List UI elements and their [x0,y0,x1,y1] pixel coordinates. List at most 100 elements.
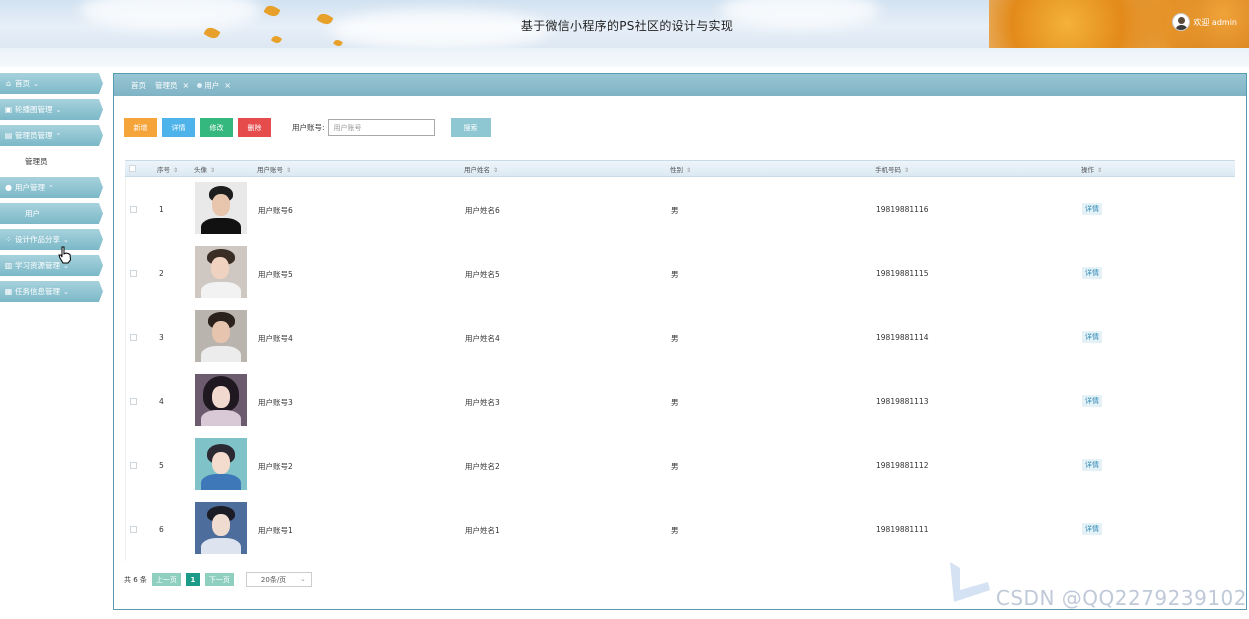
row-no: 1 [159,205,164,214]
avatar [195,182,247,234]
sort-icon: ⇕ [173,166,179,174]
row-checkbox[interactable] [130,270,137,277]
row-gender: 男 [671,526,679,535]
user-menu[interactable]: 欢迎 admin [1172,13,1237,31]
detail-button[interactable]: 详情 [162,118,195,137]
page-size-select[interactable]: 20条/页 ⌄ [245,572,312,587]
row-account: 用户账号1 [258,526,293,535]
column-label: 手机号码 [875,165,901,174]
sort-icon: ⇕ [210,166,216,174]
column-header-name[interactable]: 用户姓名 ⇕ [464,164,498,174]
prev-page-button[interactable]: 上一页 [151,573,181,586]
table-row[interactable]: 2 用户账号5 用户姓名5 男 19819881115 详情 [125,241,1235,305]
row-phone: 19819881111 [876,525,929,534]
sidebar-item-label: 学习资源管理 [15,261,60,270]
sidebar-item-task-info[interactable]: ▦ 任务信息管理 ⌄ [0,281,103,302]
chevron-down-icon: ⌄ [300,575,306,583]
row-gender: 男 [671,462,679,471]
page-number-button[interactable]: 1 [185,573,200,586]
sidebar-subitem-admin[interactable]: 管理员 [0,151,103,172]
app-title: 基于微信小程序的PS社区的设计与实现 [520,19,734,33]
avatar [195,310,247,362]
user-table: 序号 ⇕ 头像 ⇕ 用户账号 ⇕ 用户姓名 ⇕ 性别 ⇕ 手机号码 ⇕ 操作 ⇕ 1 用户账号… [125,160,1235,561]
row-gender: 男 [671,270,679,279]
column-label: 用户账号 [257,165,283,174]
close-icon[interactable]: × [224,81,231,90]
row-checkbox[interactable] [130,462,137,469]
user-avatar-icon[interactable] [1172,13,1191,31]
column-label: 序号 [157,165,170,174]
row-phone: 19819881114 [876,333,929,342]
column-label: 用户姓名 [464,165,490,174]
tab-admin[interactable]: 管理员 [155,80,178,91]
book-icon: ▥ [4,261,13,270]
row-account: 用户账号6 [258,206,293,215]
select-all-checkbox[interactable] [129,165,136,172]
row-detail-button[interactable]: 详情 [1082,523,1102,535]
close-icon[interactable]: × [183,81,190,90]
table-row[interactable]: 1 用户账号6 用户姓名6 男 19819881116 详情 [125,177,1235,241]
avatar [195,502,247,554]
total-count: 共 6 条 [124,575,147,584]
sidebar-item-carousel[interactable]: ▣ 轮播图管理 ⌄ [0,99,103,120]
tab-user[interactable]: 用户 [204,80,219,91]
active-tab-dot-icon [197,82,203,88]
column-header-avatar[interactable]: 头像 ⇕ [194,164,215,174]
row-detail-button[interactable]: 详情 [1082,459,1102,471]
column-label: 性别 [670,165,683,174]
row-detail-button[interactable]: 详情 [1082,203,1102,215]
sidebar-item-learning-resources[interactable]: ▥ 学习资源管理 ⌄ [0,255,103,276]
row-detail-button[interactable]: 详情 [1082,267,1102,279]
tab-home[interactable]: 首页 [131,80,146,91]
chevron-up-icon: ⌃ [55,131,62,140]
sidebar-item-label: 首页 [15,79,30,88]
column-header-account[interactable]: 用户账号 ⇕ [257,164,291,174]
hand-cursor-icon [58,246,72,264]
row-phone: 19819881113 [876,397,929,406]
sidebar-item-label: 用户管理 [15,183,45,192]
sidebar-item-user-management[interactable]: ● 用户管理 ⌃ [0,177,103,198]
search-button[interactable]: 搜索 [450,118,491,137]
sort-icon: ⇕ [904,166,910,174]
row-no: 3 [159,333,164,342]
main-panel: 首页 管理员 × 用户 × 新增 详情 修改 删除 用户账号: 用户账号 搜索 … [113,73,1247,610]
page-size-value: 20条/页 [260,575,287,584]
column-header-gender[interactable]: 性别 ⇕ [670,164,691,174]
add-button[interactable]: 新增 [124,118,157,137]
row-account: 用户账号2 [258,462,293,471]
search-input[interactable]: 用户账号 [327,119,435,136]
table-row[interactable]: 4 用户账号3 用户姓名3 男 19819881113 详情 [125,369,1235,433]
search-label: 用户账号: [292,123,325,132]
table-row[interactable]: 6 用户账号1 用户姓名1 男 19819881111 详情 [125,497,1235,561]
sidebar-item-home[interactable]: ⌂ 首页 ⌄ [0,73,103,94]
row-checkbox[interactable] [130,526,137,533]
row-no: 2 [159,269,164,278]
row-checkbox[interactable] [130,398,137,405]
row-no: 4 [159,397,164,406]
delete-button[interactable]: 删除 [238,118,271,137]
row-gender: 男 [671,398,679,407]
next-page-button[interactable]: 下一页 [204,573,234,586]
sidebar-item-design-share[interactable]: ⁘ 设计作品分享 ⌄ [0,229,103,250]
table-row[interactable]: 5 用户账号2 用户姓名2 男 19819881112 详情 [125,433,1235,497]
task-icon: ▦ [4,287,13,296]
row-checkbox[interactable] [130,334,137,341]
welcome-text: 欢迎 admin [1193,17,1237,27]
row-detail-button[interactable]: 详情 [1082,331,1102,343]
sidebar: ⌂ 首页 ⌄ ▣ 轮播图管理 ⌄ ▤ 管理员管理 ⌃ 管理员 ● 用户管理 ⌃ … [0,73,103,307]
row-phone: 19819881116 [876,205,929,214]
header-subbar [0,48,1249,67]
row-name: 用户姓名6 [465,206,500,215]
sidebar-subitem-user[interactable]: 用户 [0,203,103,224]
row-name: 用户姓名5 [465,270,500,279]
row-checkbox[interactable] [130,206,137,213]
column-header-phone[interactable]: 手机号码 ⇕ [875,164,909,174]
sort-icon: ⇕ [686,166,692,174]
table-row[interactable]: 3 用户账号4 用户姓名4 男 19819881114 详情 [125,305,1235,369]
column-header-action[interactable]: 操作 ⇕ [1081,164,1102,174]
row-detail-button[interactable]: 详情 [1082,395,1102,407]
sidebar-item-admin-management[interactable]: ▤ 管理员管理 ⌃ [0,125,103,146]
column-header-no[interactable]: 序号 ⇕ [157,164,178,174]
watermark-logo-icon [950,562,990,602]
edit-button[interactable]: 修改 [200,118,233,137]
